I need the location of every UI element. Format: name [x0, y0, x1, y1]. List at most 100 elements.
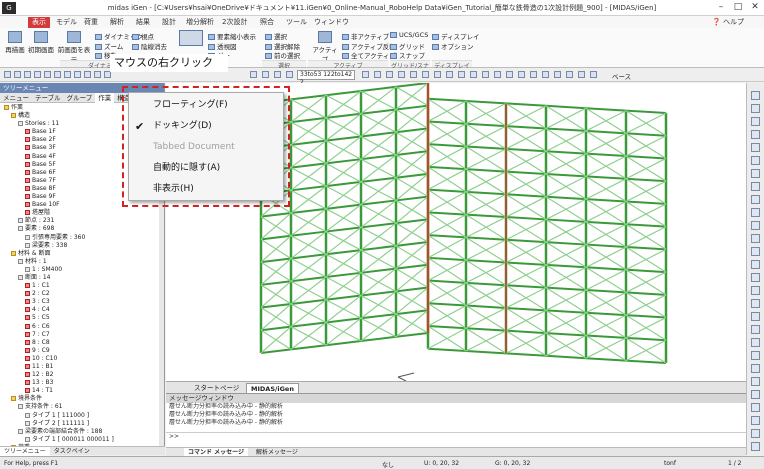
right-tool-icon[interactable] [751, 429, 760, 438]
tool-icon-7[interactable] [64, 71, 71, 78]
tool-icon-34[interactable] [578, 71, 585, 78]
menu-design[interactable]: 設計 [158, 17, 180, 28]
tool-icon-32[interactable] [554, 71, 561, 78]
options-button[interactable]: オプション [432, 41, 474, 51]
tool-icon-33[interactable] [566, 71, 573, 78]
tool-icon-18[interactable] [386, 71, 393, 78]
tree-node[interactable]: 1 : SM400 [0, 266, 160, 274]
tab-task-pane[interactable]: タスクペイン [50, 447, 94, 456]
tool-icon-14[interactable] [274, 71, 281, 78]
tool-icon-25[interactable] [470, 71, 477, 78]
tree-node[interactable]: 節点 : 231 [0, 217, 160, 225]
right-tool-icon[interactable] [751, 325, 760, 334]
tool-icon-1[interactable] [4, 71, 11, 78]
menu-tools[interactable]: ツール [282, 17, 311, 28]
tool-icon-15[interactable] [286, 71, 293, 78]
menu-analysis[interactable]: 解析 [106, 17, 128, 28]
menu-secondary-design[interactable]: 2次設計 [218, 17, 251, 28]
redraw-button[interactable]: 再描画 [4, 31, 26, 54]
right-tool-icon[interactable] [751, 390, 760, 399]
tree-node[interactable]: 9 : C9 [0, 347, 160, 355]
tab-table[interactable]: テーブル [32, 93, 64, 103]
right-tool-icon[interactable] [751, 208, 760, 217]
tree-node[interactable]: 支持条件 : 61 [0, 403, 160, 411]
tool-icon-29[interactable] [518, 71, 525, 78]
tool-icon-12[interactable] [250, 71, 257, 78]
display-mode-button[interactable] [176, 30, 206, 47]
tree-node[interactable]: 断面 : 14 [0, 274, 160, 282]
tree-node[interactable]: 13 : B3 [0, 379, 160, 387]
menu-item-floating[interactable]: フローティング(F) [129, 95, 283, 116]
right-tool-icon[interactable] [751, 143, 760, 152]
tree-node[interactable]: 1 : C1 [0, 282, 160, 290]
tree-node[interactable]: 12 : B2 [0, 371, 160, 379]
tool-icon-30[interactable] [530, 71, 537, 78]
right-tool-icon[interactable] [751, 403, 760, 412]
right-tool-icon[interactable] [751, 312, 760, 321]
command-prompt[interactable]: >> [166, 432, 746, 440]
tab-start-page[interactable]: スタートページ [190, 383, 243, 393]
tree-node[interactable]: 要素 : 698 [0, 225, 160, 233]
right-tool-icon[interactable] [751, 338, 760, 347]
tree-node[interactable]: 引張専用要素 : 360 [0, 234, 160, 242]
tree-node[interactable]: 5 : C5 [0, 314, 160, 322]
right-tool-icon[interactable] [751, 221, 760, 230]
tree-node[interactable]: 6 : C6 [0, 323, 160, 331]
menu-check[interactable]: 照合 [256, 17, 278, 28]
right-tool-icon[interactable] [751, 442, 760, 451]
right-tool-icon[interactable] [751, 104, 760, 113]
right-tool-icon[interactable] [751, 273, 760, 282]
tree-node[interactable]: 梁要素の端部結合条件 : 188 [0, 428, 160, 436]
tool-icon-23[interactable] [446, 71, 453, 78]
base-label[interactable]: ベース [612, 71, 631, 81]
right-tool-icon[interactable] [751, 247, 760, 256]
tree-node[interactable]: 2 : C2 [0, 290, 160, 298]
menu-pushover[interactable]: 増分解析 [182, 17, 218, 28]
tool-icon-20[interactable] [410, 71, 417, 78]
menu-load[interactable]: 荷重 [80, 17, 102, 28]
display-button[interactable]: ディスプレイ [432, 31, 480, 41]
activate-all-button[interactable]: 全てアクティブ [342, 50, 396, 60]
previous-select-button[interactable]: 前の選択 [265, 50, 300, 60]
tree-node[interactable]: 材料 : 1 [0, 258, 160, 266]
tree-node[interactable]: タイプ 2 [ 111111 ] [0, 420, 160, 428]
tool-icon-6[interactable] [54, 71, 61, 78]
tree-node[interactable]: 梁要素 : 338 [0, 242, 160, 250]
right-tool-icon[interactable] [751, 286, 760, 295]
menu-model[interactable]: モデル [52, 17, 81, 28]
right-tool-icon[interactable] [751, 182, 760, 191]
right-tool-icon[interactable] [751, 351, 760, 360]
right-tool-icon[interactable] [751, 260, 760, 269]
right-tool-icon[interactable] [751, 117, 760, 126]
menu-view[interactable]: 表示 [28, 17, 50, 28]
tool-icon-10[interactable] [94, 71, 101, 78]
menu-window[interactable]: ウィンドウ [310, 17, 353, 28]
tree-node[interactable]: 塔屋階 [0, 209, 160, 217]
right-tool-icon[interactable] [751, 156, 760, 165]
tool-icon-19[interactable] [398, 71, 405, 78]
tree-node[interactable]: 材料 & 断面 [0, 250, 160, 258]
tool-icon-8[interactable] [74, 71, 81, 78]
tab-group[interactable]: グループ [64, 93, 96, 103]
tree-node[interactable]: 3 : C3 [0, 298, 160, 306]
tool-icon-16[interactable] [362, 71, 369, 78]
help-menu[interactable]: ❓ ヘルプ [712, 17, 744, 27]
hidden-line-button[interactable]: 陰線消去 [132, 41, 167, 51]
coordinate-input[interactable]: 33to53 122to142 2 [297, 70, 355, 86]
inactivate-button[interactable]: 非アクティブ [342, 31, 389, 41]
right-tool-icon[interactable] [751, 416, 760, 425]
menu-item-auto-hide[interactable]: 自動的に隠す(A) [129, 158, 283, 179]
initial-view-button[interactable]: 初期画面 [28, 31, 54, 54]
tree-node[interactable]: 4 : C4 [0, 306, 160, 314]
tool-icon-27[interactable] [494, 71, 501, 78]
tree-node[interactable]: 7 : C7 [0, 331, 160, 339]
shrink-element-button[interactable]: 要素縮小表示 [208, 31, 256, 41]
tree-node[interactable]: 11 : B1 [0, 363, 160, 371]
tool-icon-31[interactable] [542, 71, 549, 78]
maximize-icon[interactable]: □ [731, 1, 745, 13]
right-tool-icon[interactable] [751, 377, 760, 386]
right-tool-icon[interactable] [751, 91, 760, 100]
tree-node[interactable]: タイプ 1 [ 000011 000011 ] [0, 436, 160, 444]
select-button[interactable]: 選択 [265, 31, 287, 41]
tool-icon-26[interactable] [482, 71, 489, 78]
